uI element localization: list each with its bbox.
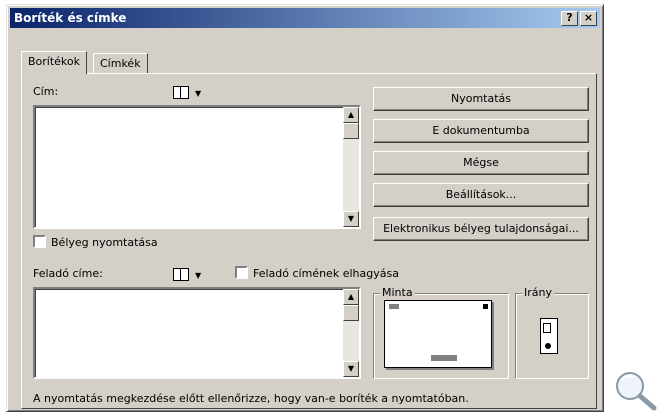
cancel-button[interactable]: Mégse xyxy=(373,151,589,175)
address-book-icon[interactable] xyxy=(173,86,189,99)
tab-labels-label: Címkék xyxy=(100,57,141,70)
e-postage-properties-button[interactable]: Elektronikus bélyeg tulajdonságai... xyxy=(373,217,589,241)
preview-group[interactable]: Minta xyxy=(373,286,509,379)
tab-labels[interactable]: Címkék xyxy=(93,53,148,73)
sender-address-field[interactable]: ▲ ▼ xyxy=(33,287,361,379)
stamp-mark xyxy=(483,304,488,309)
options-button[interactable]: Beállítások... xyxy=(373,183,589,207)
scroll-thumb[interactable] xyxy=(343,305,359,321)
sender-label: Feladó címe: xyxy=(33,267,103,280)
help-button[interactable]: ? xyxy=(561,11,578,26)
scroll-down-button[interactable]: ▼ xyxy=(343,361,359,377)
feed-envelope-mark xyxy=(543,323,551,333)
title-bar: Boríték és címke ? × xyxy=(10,8,600,28)
chevron-down-icon[interactable]: ▼ xyxy=(195,271,201,280)
omit-sender-label: Feladó címének elhagyása xyxy=(253,267,399,280)
preview-label: Minta xyxy=(380,286,415,299)
envelope-preview xyxy=(384,300,492,368)
feed-group[interactable]: Irány xyxy=(515,286,589,379)
address-book-icon[interactable] xyxy=(173,268,189,281)
omit-sender-checkbox[interactable] xyxy=(235,266,248,279)
address-scrollbar[interactable]: ▲ ▼ xyxy=(343,107,359,227)
dialog-title: Boríték és címke xyxy=(14,11,127,25)
address-field[interactable]: ▲ ▼ xyxy=(33,105,361,229)
feed-label: Irány xyxy=(522,286,554,299)
tab-envelopes-label: Borítékok xyxy=(28,55,81,68)
return-address-mark xyxy=(389,304,399,309)
chevron-down-icon[interactable]: ▼ xyxy=(195,89,201,98)
scroll-thumb[interactable] xyxy=(343,123,359,139)
feed-roller-mark xyxy=(545,343,551,349)
sender-scrollbar[interactable]: ▲ ▼ xyxy=(343,289,359,377)
scroll-up-button[interactable]: ▲ xyxy=(343,289,359,305)
scroll-down-button[interactable]: ▼ xyxy=(343,211,359,227)
close-button[interactable]: × xyxy=(580,11,597,26)
status-text: A nyomtatás megkezdése előtt ellenőrizze… xyxy=(33,392,469,405)
feed-icon xyxy=(540,318,558,354)
envelope-dialog: Boríték és címke ? × Borítékok Címkék Cí… xyxy=(6,4,604,412)
tab-envelopes[interactable]: Borítékok xyxy=(21,51,88,74)
stamp-checkbox-label: Bélyeg nyomtatása xyxy=(51,236,158,249)
add-to-document-button[interactable]: E dokumentumba xyxy=(373,119,589,143)
print-button[interactable]: Nyomtatás xyxy=(373,87,589,111)
stamp-checkbox[interactable] xyxy=(33,235,46,248)
zoom-icon[interactable] xyxy=(610,368,660,412)
address-label: Cím: xyxy=(33,85,59,98)
scroll-up-button[interactable]: ▲ xyxy=(343,107,359,123)
address-mark xyxy=(431,355,457,361)
